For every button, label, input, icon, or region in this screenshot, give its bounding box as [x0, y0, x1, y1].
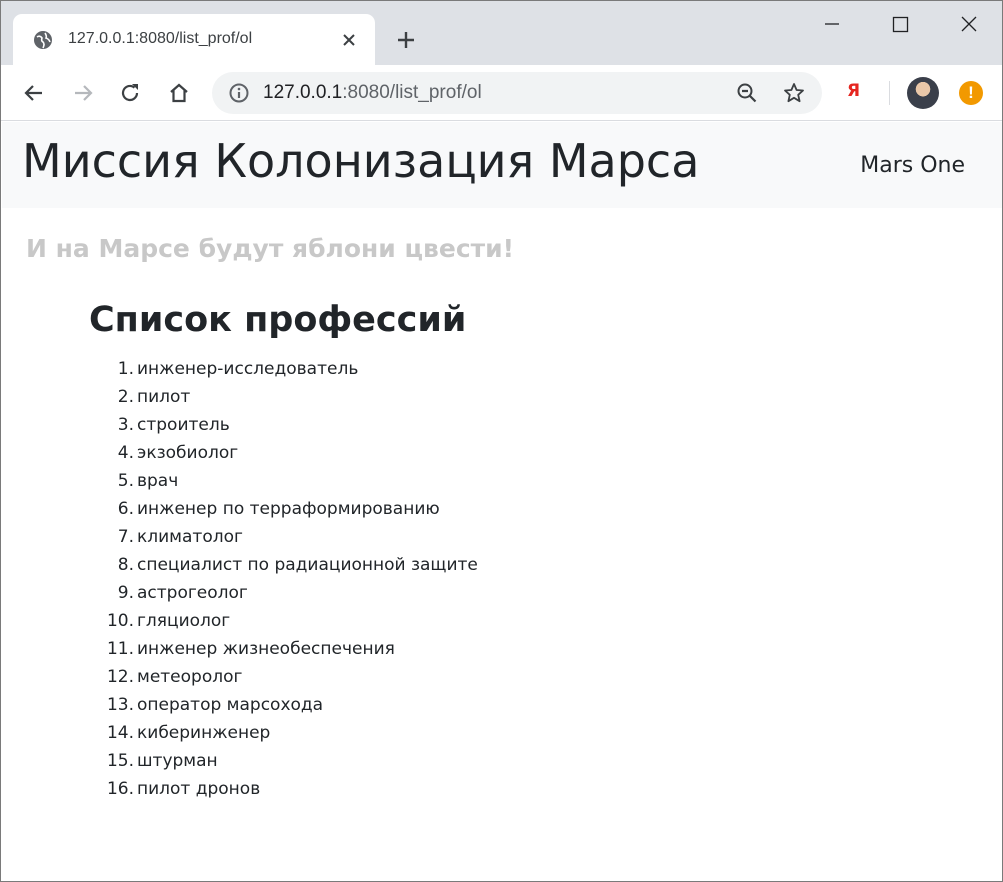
list-item-number: 2.	[117, 387, 134, 407]
maximize-icon[interactable]	[885, 11, 915, 39]
list-item: 5. врач	[92, 467, 792, 495]
url-path: :8080/list_prof/ol	[342, 82, 482, 103]
list-item-number: 14.	[106, 723, 134, 743]
list-item-label: врач	[137, 471, 179, 491]
new-tab-icon[interactable]	[394, 28, 418, 52]
profession-list: 1. инженер-исследователь 2. пилот 3. строител…	[92, 355, 792, 803]
list-item: 6. инженер по терраформированию	[92, 495, 792, 523]
list-item-label: метеоролог	[137, 667, 243, 687]
list-item-number: 8.	[117, 555, 134, 575]
list-item: 15. штурман	[92, 747, 792, 775]
list-item: 16. пилот дронов	[92, 775, 792, 803]
back-arrow-icon[interactable]	[22, 81, 46, 105]
toolbar-separator	[889, 81, 890, 105]
minimize-icon[interactable]	[817, 11, 847, 39]
list-item-label: специалист по радиационной защите	[137, 555, 478, 575]
list-item: 11. инженер жизнеобеспечения	[92, 635, 792, 663]
list-item-number: 13.	[106, 695, 134, 715]
list-item-label: пилот дронов	[137, 779, 261, 799]
list-item-label: инженер-исследователь	[137, 359, 359, 379]
browser-window: 127.0.0.1:8080/list_prof/ol 127.0.0.1:80…	[0, 0, 1003, 882]
list-item-number: 12.	[106, 667, 134, 687]
list-item: 2. пилот	[92, 383, 792, 411]
list-item-number: 15.	[106, 751, 134, 771]
nav-link-mars-one[interactable]: Mars One	[860, 153, 965, 178]
url-text[interactable]: 127.0.0.1:8080/list_prof/ol	[263, 82, 482, 104]
slogan: И на Марсе будут яблони цвести!	[26, 234, 515, 263]
list-item-label: киберинженер	[137, 723, 271, 743]
bookmark-star-icon[interactable]	[782, 81, 806, 105]
list-item-number: 9.	[117, 583, 134, 603]
page-content: Миссия Колонизация Марса Mars One И на М…	[2, 122, 1002, 881]
list-item: 8. специалист по радиационной защите	[92, 551, 792, 579]
list-item-number: 7.	[117, 527, 134, 547]
list-item: 1. инженер-исследователь	[92, 355, 792, 383]
reload-icon[interactable]	[118, 81, 142, 105]
list-item-number: 5.	[117, 471, 134, 491]
list-item-label: гляциолог	[137, 611, 231, 631]
brand-title[interactable]: Миссия Колонизация Марса	[22, 134, 699, 188]
list-item-number: 10.	[106, 611, 134, 631]
profile-avatar[interactable]	[907, 77, 939, 109]
list-item: 10. гляциолог	[92, 607, 792, 635]
list-item-label: инженер по терраформированию	[137, 499, 440, 519]
list-item-label: оператор марсохода	[137, 695, 324, 715]
list-item: 12. метеоролог	[92, 663, 792, 691]
list-title: Список профессий	[89, 300, 467, 340]
list-item-label: пилот	[137, 387, 191, 407]
info-icon[interactable]	[228, 82, 250, 104]
list-item-label: строитель	[137, 415, 230, 435]
tab-strip: 127.0.0.1:8080/list_prof/ol	[1, 1, 1002, 65]
list-item-number: 16.	[106, 779, 134, 799]
list-item: 13. оператор марсохода	[92, 691, 792, 719]
close-window-icon[interactable]	[954, 11, 984, 39]
list-item-label: штурман	[137, 751, 218, 771]
url-host: 127.0.0.1	[263, 82, 343, 103]
zoom-icon[interactable]	[735, 81, 759, 105]
list-item-label: инженер жизнеобеспечения	[137, 639, 395, 659]
tab-title: 127.0.0.1:8080/list_prof/ol	[68, 30, 253, 47]
list-item-label: экзобиолог	[137, 443, 239, 463]
yandex-extension-icon[interactable]: Я	[847, 81, 867, 105]
list-item: 4. экзобиолог	[92, 439, 792, 467]
browser-tab[interactable]: 127.0.0.1:8080/list_prof/ol	[13, 14, 375, 65]
list-item-number: 1.	[117, 359, 134, 379]
list-item: 3. строитель	[92, 411, 792, 439]
list-item-label: астрогеолог	[137, 583, 248, 603]
list-item: 14. киберинженер	[92, 719, 792, 747]
globe-icon	[34, 31, 52, 49]
address-bar[interactable]: 127.0.0.1:8080/list_prof/ol	[212, 72, 822, 114]
home-icon[interactable]	[167, 81, 191, 105]
list-item-label: климатолог	[137, 527, 243, 547]
navbar: Миссия Колонизация Марса Mars One	[2, 122, 1002, 208]
list-item: 9. астрогеолог	[92, 579, 792, 607]
alert-icon[interactable]: !	[959, 81, 983, 105]
list-item-number: 3.	[117, 415, 134, 435]
forward-arrow-icon[interactable]	[71, 81, 95, 105]
close-tab-icon[interactable]	[339, 30, 359, 50]
list-item-number: 6.	[117, 499, 134, 519]
list-item: 7. климатолог	[92, 523, 792, 551]
list-item-number: 11.	[106, 639, 134, 659]
list-item-number: 4.	[117, 443, 134, 463]
